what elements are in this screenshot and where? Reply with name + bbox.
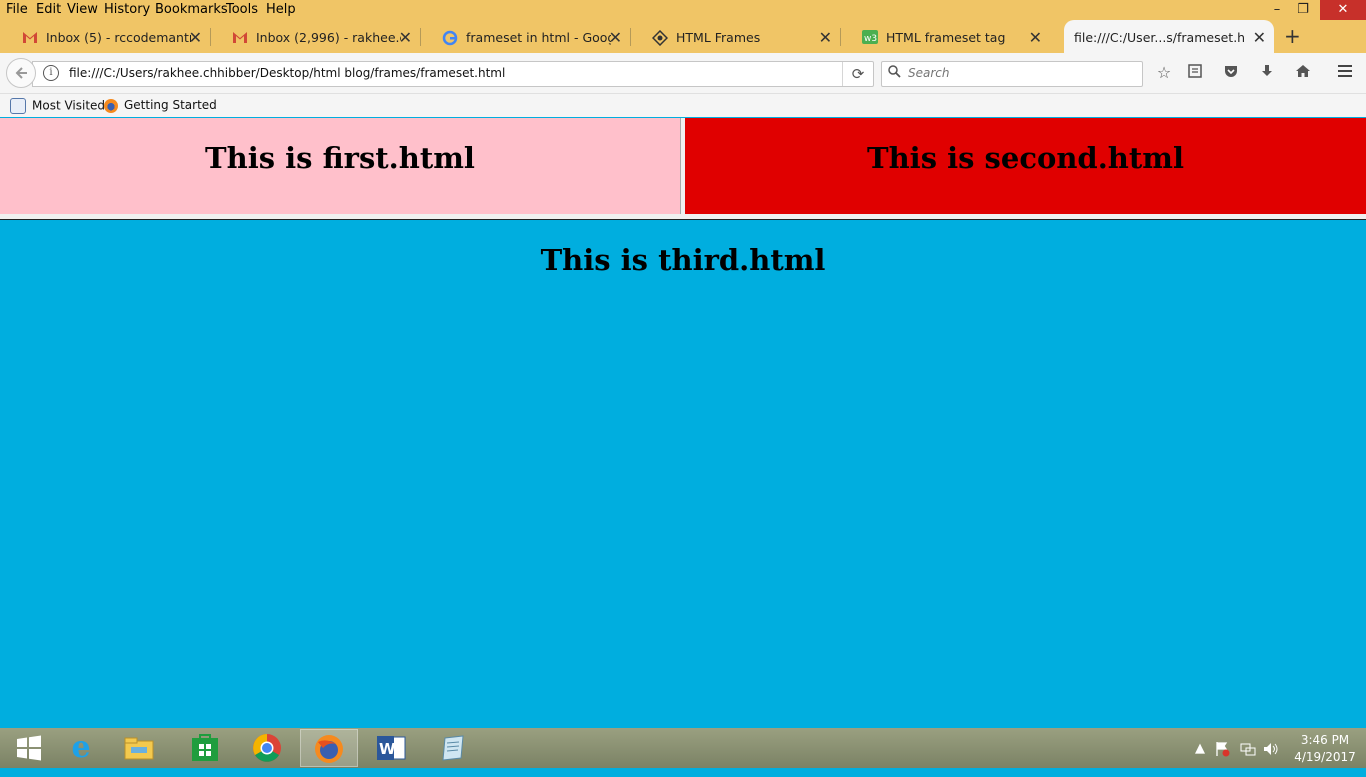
tab-close-icon[interactable]: ✕ [1253, 28, 1266, 47]
taskbar-store[interactable] [176, 729, 234, 767]
file-explorer-icon [124, 737, 154, 760]
tab-strip: Inbox (5) - rccodemantra.... ✕ Inbox (2,… [0, 20, 1366, 53]
taskbar: e W [0, 728, 1366, 768]
url-bar[interactable]: i file:///C:/Users/rakhee.chhibber/Deskt… [32, 61, 874, 87]
frame-first: This is first.html [0, 118, 680, 214]
taskbar-chrome[interactable] [238, 729, 296, 767]
network-icon[interactable] [1240, 741, 1256, 761]
frame-second: This is second.html [685, 118, 1366, 214]
menu-file[interactable]: File [6, 2, 28, 17]
svg-text:W: W [379, 740, 396, 758]
search-input[interactable] [906, 65, 1130, 81]
firefox-icon [315, 735, 343, 763]
bookmark-star-icon[interactable]: ☆ [1154, 63, 1174, 83]
gmail-icon [22, 30, 38, 44]
taskbar-internet-explorer[interactable]: e [52, 729, 110, 767]
start-icon [17, 735, 41, 761]
clock-time: 3:46 PM [1300, 733, 1350, 747]
tab-title: file:///C:/User...s/frameset.html [1074, 30, 1244, 45]
tab-title: HTML Frames [676, 30, 761, 45]
close-window-button[interactable]: ✕ [1320, 0, 1366, 20]
back-button[interactable] [6, 58, 36, 88]
taskbar-firefox[interactable] [300, 729, 358, 767]
tab-close-icon[interactable]: ✕ [609, 28, 622, 47]
system-clock[interactable]: 3:46 PM 4/19/2017 [1290, 732, 1360, 766]
store-icon [192, 734, 218, 761]
frame-third-heading: This is third.html [540, 243, 826, 277]
tab-title: HTML frameset tag [886, 30, 1006, 45]
reading-list-icon[interactable] [1185, 63, 1205, 83]
tab-frameset-file[interactable]: file:///C:/User...s/frameset.html ✕ [1064, 20, 1274, 53]
tab-frameset-tag[interactable]: w3 HTML frameset tag ✕ [840, 20, 1050, 53]
back-arrow-icon [15, 67, 27, 79]
reload-icon[interactable]: ⟳ [842, 62, 873, 86]
tab-google-search[interactable]: frameset in html - Google ... ✕ [420, 20, 631, 53]
taskbar-notepad[interactable] [424, 729, 482, 767]
tab-close-icon[interactable]: ✕ [189, 28, 202, 47]
menu-bar: File Edit View History Bookmarks Tools H… [0, 0, 1366, 20]
w3schools-icon: w3 [862, 30, 878, 44]
word-icon: W [377, 736, 406, 760]
frame-first-heading: This is first.html [205, 141, 475, 175]
taskbar-word[interactable]: W [362, 729, 420, 767]
restore-button[interactable]: ❐ [1286, 0, 1320, 20]
action-center-flag-icon[interactable] [1214, 741, 1230, 761]
tab-html-frames[interactable]: HTML Frames ✕ [630, 20, 841, 53]
start-button[interactable] [0, 729, 58, 767]
home-icon[interactable] [1293, 63, 1313, 83]
info-icon[interactable]: i [43, 65, 59, 81]
tab-inbox-rakhee[interactable]: Inbox (2,996) - rakhee.chhi... ✕ [210, 20, 421, 53]
tab-close-icon[interactable]: ✕ [819, 28, 832, 47]
bookmark-getting-started[interactable]: Getting Started [104, 98, 217, 113]
tab-title: Inbox (5) - rccodemantra.... [46, 30, 191, 45]
volume-icon[interactable] [1263, 741, 1279, 761]
tab-close-icon[interactable]: ✕ [399, 28, 412, 47]
url-text[interactable]: file:///C:/Users/rakhee.chhibber/Desktop… [69, 66, 505, 80]
clock-date: 4/19/2017 [1294, 750, 1356, 764]
svg-text:w3: w3 [864, 34, 877, 44]
bookmark-label: Getting Started [124, 98, 217, 112]
menu-history[interactable]: History [104, 2, 150, 17]
menu-tools[interactable]: Tools [226, 2, 258, 17]
gmail-icon [232, 30, 248, 44]
new-tab-button[interactable]: + [1284, 24, 1301, 48]
menu-edit[interactable]: Edit [36, 2, 61, 17]
tab-title: Inbox (2,996) - rakhee.chhi... [256, 30, 401, 45]
internet-explorer-icon: e [71, 730, 91, 765]
menu-help[interactable]: Help [266, 2, 296, 17]
chrome-icon [253, 734, 281, 762]
bookmark-label: Most Visited [32, 98, 106, 113]
nav-bar: i file:///C:/Users/rakhee.chhibber/Deskt… [0, 53, 1366, 94]
bookmark-most-visited[interactable]: Most Visited [10, 98, 105, 114]
google-icon [442, 30, 458, 46]
frame-second-heading: This is second.html [867, 141, 1184, 175]
tab-title: frameset in html - Google ... [466, 30, 611, 45]
hamburger-menu-icon[interactable] [1335, 63, 1355, 83]
tutorialspoint-icon [651, 29, 669, 47]
taskbar-file-explorer[interactable] [110, 729, 168, 767]
tab-inbox-rccodemantra[interactable]: Inbox (5) - rccodemantra.... ✕ [0, 20, 211, 53]
search-icon [888, 65, 901, 82]
bookmarks-toolbar: Most Visited Getting Started [0, 94, 1366, 117]
frame-third: This is third.html [0, 220, 1366, 728]
download-icon[interactable] [1257, 63, 1277, 83]
search-bar[interactable] [881, 61, 1143, 87]
firefox-icon [104, 98, 118, 113]
menu-bookmarks[interactable]: Bookmarks [155, 2, 228, 17]
notepad-icon [442, 735, 464, 761]
show-hidden-icons-icon[interactable]: ▲ [1195, 741, 1205, 756]
pocket-icon[interactable] [1221, 63, 1241, 83]
menu-view[interactable]: View [67, 2, 98, 17]
tab-close-icon[interactable]: ✕ [1029, 28, 1042, 47]
most-visited-icon [10, 98, 26, 114]
